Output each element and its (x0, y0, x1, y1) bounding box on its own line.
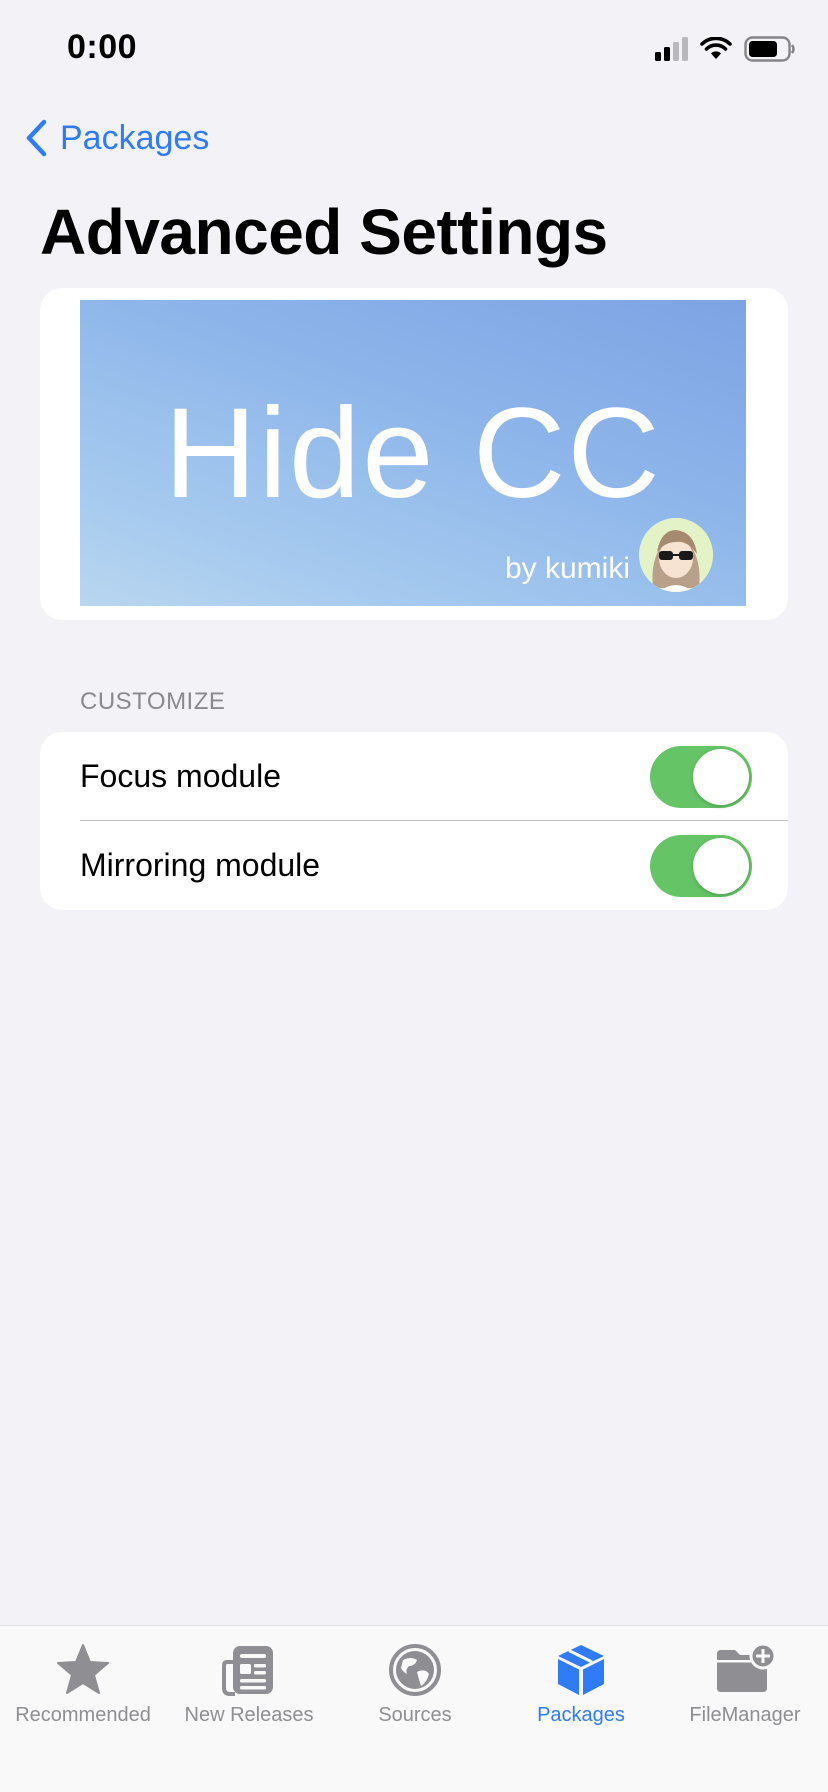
toggle-knob (693, 749, 749, 805)
newspaper-icon (222, 1646, 273, 1696)
mirroring-module-row: Mirroring module (40, 821, 788, 910)
focus-module-toggle[interactable] (650, 746, 752, 808)
toggle-knob (693, 838, 749, 894)
status-bar: 0:00 (0, 0, 828, 96)
customize-settings-group: Focus module Mirroring module (40, 732, 788, 910)
banner-image: Hide CC by kumiki (80, 300, 746, 606)
focus-module-label: Focus module (80, 758, 281, 794)
tab-label: Sources (378, 1704, 452, 1726)
mirroring-module-toggle[interactable] (650, 835, 752, 897)
banner-title: Hide CC (164, 382, 662, 525)
cellular-signal-icon (655, 37, 688, 61)
tab-label: Recommended (15, 1704, 151, 1726)
back-button-label: Packages (60, 118, 210, 157)
tab-file-manager[interactable]: FileManager (662, 1636, 828, 1736)
tab-label: New Releases (184, 1704, 314, 1726)
banner-author: by kumiki (504, 552, 630, 585)
focus-module-row: Focus module (40, 732, 788, 821)
package-icon (558, 1645, 604, 1695)
folder-add-icon (717, 1642, 777, 1692)
battery-icon (744, 36, 795, 62)
tab-new-releases[interactable]: New Releases (166, 1636, 332, 1736)
banner-card: Hide CC by kumiki (40, 288, 788, 620)
tab-sources[interactable]: Sources (332, 1636, 498, 1736)
mirroring-module-label: Mirroring module (80, 847, 321, 883)
star-icon (57, 1644, 109, 1694)
page-title: Advanced Settings (40, 196, 608, 268)
wifi-icon (700, 37, 732, 59)
back-button[interactable]: Packages (24, 118, 209, 158)
chevron-left-icon (26, 119, 47, 157)
tab-recommended[interactable]: Recommended (0, 1636, 166, 1736)
screen: 0:00 Packages Advanced Settings Hide CC … (0, 0, 828, 1792)
tab-label: Packages (537, 1704, 625, 1726)
status-icons (655, 36, 796, 62)
tab-packages[interactable]: Packages (498, 1636, 664, 1736)
author-avatar (639, 518, 713, 592)
section-header-customize: CUSTOMIZE (80, 688, 226, 715)
status-time: 0:00 (67, 28, 138, 66)
globe-icon (389, 1644, 441, 1696)
tab-bar: Recommended New Releases Sources Package… (0, 1625, 828, 1792)
tab-label: FileManager (689, 1704, 801, 1726)
